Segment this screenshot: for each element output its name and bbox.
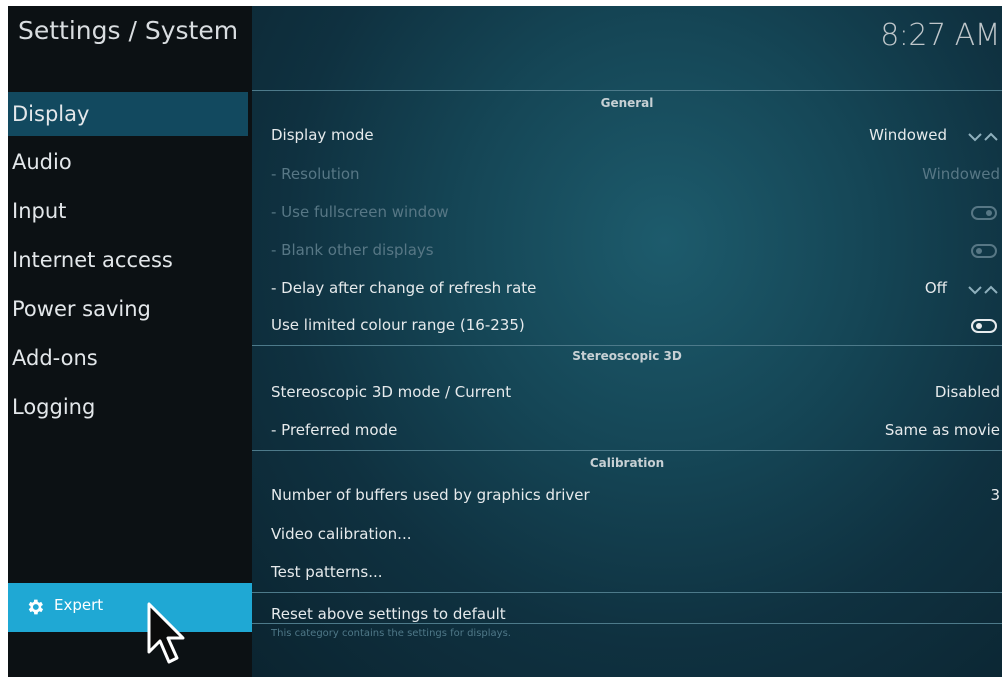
setting-video-calibration[interactable]: Video calibration... bbox=[271, 521, 1002, 549]
setting-display-mode[interactable]: Display mode Windowed bbox=[271, 122, 1002, 150]
setting-label: Display mode bbox=[271, 126, 374, 144]
setting-limited-colour-range[interactable]: Use limited colour range (16-235) bbox=[271, 312, 1002, 340]
setting-resolution: - Resolution Windowed bbox=[271, 161, 1002, 189]
setting-label: Reset above settings to default bbox=[271, 605, 506, 623]
setting-label: Test patterns... bbox=[271, 563, 383, 581]
expert-button[interactable]: Expert bbox=[8, 583, 252, 632]
sidebar-item-logging[interactable]: Logging bbox=[8, 385, 248, 429]
expert-label: Expert bbox=[54, 596, 104, 614]
sidebar: Settings / System Display Audio Input In… bbox=[8, 6, 252, 677]
setting-value: Windowed bbox=[922, 165, 1000, 183]
toggle-switch bbox=[971, 206, 997, 220]
setting-graphics-buffers[interactable]: Number of buffers used by graphics drive… bbox=[271, 482, 1002, 510]
setting-label: - Preferred mode bbox=[271, 421, 398, 439]
clock: 8:27 AM bbox=[880, 18, 1000, 53]
setting-value: Off bbox=[924, 279, 947, 297]
section-divider bbox=[252, 90, 1002, 91]
spinner-arrows-icon[interactable] bbox=[968, 284, 998, 296]
setting-value: Same as movie bbox=[884, 421, 1000, 439]
kodi-settings-window: Settings / System Display Audio Input In… bbox=[8, 6, 1002, 677]
setting-blank-other-displays: - Blank other displays bbox=[271, 237, 1002, 265]
toggle-switch[interactable] bbox=[971, 319, 997, 333]
section-header-stereoscopic-3d: Stereoscopic 3D bbox=[572, 349, 682, 363]
spinner-arrows-icon[interactable] bbox=[968, 131, 998, 143]
section-divider bbox=[252, 623, 1002, 624]
sidebar-item-audio[interactable]: Audio bbox=[8, 140, 248, 184]
setting-value: Windowed bbox=[869, 126, 947, 144]
reset-settings-button[interactable]: Reset above settings to default bbox=[271, 601, 1002, 629]
sidebar-item-input[interactable]: Input bbox=[8, 189, 248, 233]
setting-label: - Blank other displays bbox=[271, 241, 434, 259]
setting-preferred-mode[interactable]: - Preferred mode Same as movie bbox=[271, 417, 1002, 445]
toggle-switch bbox=[971, 244, 997, 258]
setting-value: Disabled bbox=[934, 383, 1000, 401]
setting-use-fullscreen-window: - Use fullscreen window bbox=[271, 199, 1002, 227]
setting-value: 3 bbox=[990, 486, 1000, 504]
setting-test-patterns[interactable]: Test patterns... bbox=[271, 559, 1002, 587]
section-divider bbox=[252, 450, 1002, 451]
page-title: Settings / System bbox=[18, 16, 239, 45]
category-description: This category contains the settings for … bbox=[271, 628, 511, 639]
sidebar-item-power-saving[interactable]: Power saving bbox=[8, 287, 248, 331]
gear-icon bbox=[28, 599, 44, 615]
setting-label: Use limited colour range (16-235) bbox=[271, 316, 525, 334]
setting-label: - Resolution bbox=[271, 165, 360, 183]
sidebar-item-display[interactable]: Display bbox=[8, 92, 248, 136]
setting-label: - Delay after change of refresh rate bbox=[271, 279, 537, 297]
section-divider bbox=[252, 592, 1002, 593]
setting-label: Number of buffers used by graphics drive… bbox=[271, 486, 590, 504]
setting-delay-refresh-rate[interactable]: - Delay after change of refresh rate Off bbox=[271, 275, 1002, 303]
setting-label: Stereoscopic 3D mode / Current bbox=[271, 383, 512, 401]
section-header-calibration: Calibration bbox=[589, 456, 665, 470]
sidebar-item-add-ons[interactable]: Add-ons bbox=[8, 336, 248, 380]
setting-label: Video calibration... bbox=[271, 525, 412, 543]
section-divider bbox=[252, 345, 1002, 346]
mouse-pointer-icon bbox=[147, 602, 185, 664]
section-header-general: General bbox=[600, 96, 654, 110]
settings-panel: 8:27 AM General Display mode Windowed - … bbox=[252, 6, 1002, 677]
setting-label: - Use fullscreen window bbox=[271, 203, 449, 221]
sidebar-item-internet-access[interactable]: Internet access bbox=[8, 238, 248, 282]
setting-stereoscopic-mode-current[interactable]: Stereoscopic 3D mode / Current Disabled bbox=[271, 379, 1002, 407]
